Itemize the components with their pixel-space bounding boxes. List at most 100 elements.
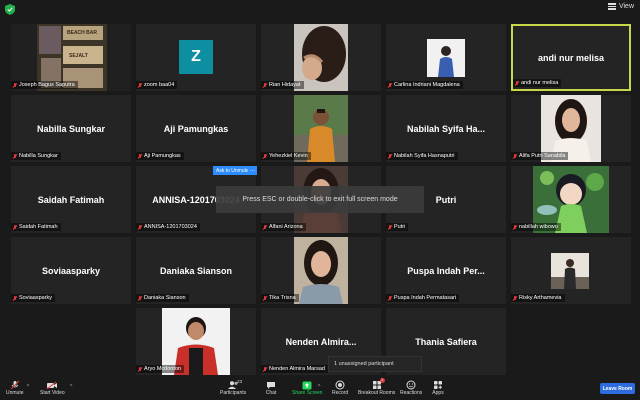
participant-name-label: Nabilla Sungkar: [11, 152, 61, 160]
participant-name-label: Carlina Indriani Magdalena: [386, 81, 463, 89]
muted-mic-icon: [138, 82, 142, 88]
breakout-rooms-button[interactable]: 1 Breakout Rooms: [358, 378, 395, 396]
fullscreen-toast: Press ESC or double-click to exit full s…: [216, 186, 424, 213]
participant-tile[interactable]: nabillah wibowo: [511, 166, 631, 233]
participant-tile-active-speaker[interactable]: andi nur melisa andi nur melisa: [511, 24, 631, 91]
participant-tile[interactable]: Rian Hidayat: [261, 24, 381, 91]
participant-tile[interactable]: Daniaka Sianson Daniaka Sianson: [136, 237, 256, 304]
participant-tile[interactable]: BEACH BAR SEJALT Joseph Bagus Saputra: [11, 24, 131, 91]
share-screen-icon: [301, 380, 313, 390]
muted-mic-icon: [388, 224, 392, 230]
breakout-badge: 1: [379, 378, 385, 383]
muted-mic-icon: [388, 82, 392, 88]
muted-mic-icon: [13, 82, 17, 88]
participant-name-label: Nabilah Syifa Hasnaputri: [386, 152, 458, 160]
participant-name-label: nabillah wibowo: [511, 223, 561, 231]
muted-mic-icon: [263, 153, 267, 159]
participant-name-label: Risky Arthamevia: [511, 294, 565, 302]
muted-mic-icon: [388, 295, 392, 301]
meeting-toolbar: Unmute ^ Start Video ^ 23 Participants C…: [0, 378, 640, 400]
photo-text: SEJALT: [69, 53, 88, 59]
apps-icon: [432, 380, 444, 390]
participant-display-name: Nenden Almira...: [285, 336, 357, 347]
participant-tile[interactable]: Z zoom baa04: [136, 24, 256, 91]
participant-name-label: Alfani Arizona: [261, 223, 306, 231]
participant-tile[interactable]: Soviaasparky Soviaasparky: [11, 237, 131, 304]
participant-tile[interactable]: Aryo Mcdonton: [136, 308, 256, 375]
participant-tile[interactable]: Yehezkiel Kevin: [261, 95, 381, 162]
participant-name-label: Soviaasparky: [11, 294, 56, 302]
participant-name-label: Tika Trisna: [261, 294, 299, 302]
participant-video: [427, 39, 465, 77]
participant-video: [294, 237, 348, 304]
chat-icon: [265, 380, 277, 390]
muted-mic-icon: [388, 153, 392, 159]
participant-tile[interactable]: Nabilla Sungkar Nabilla Sungkar: [11, 95, 131, 162]
muted-mic-icon: [513, 295, 517, 301]
video-options-caret[interactable]: ^: [70, 384, 72, 390]
participants-button[interactable]: 23 Participants: [220, 379, 246, 396]
avatar: Z: [179, 40, 213, 74]
start-video-button[interactable]: Start Video: [40, 380, 65, 396]
participant-tile[interactable]: Puspa Indah Per... Puspa Indah Permatasa…: [386, 237, 506, 304]
participant-tile[interactable]: Alifa Putri Sanabila: [511, 95, 631, 162]
participant-tile[interactable]: Risky Arthamevia: [511, 237, 631, 304]
record-button[interactable]: Record: [332, 380, 348, 396]
view-grid-icon: [607, 3, 616, 10]
muted-microphone-icon: [9, 380, 21, 390]
participant-name-label: andi nur melisa: [513, 79, 562, 87]
photo-text: BEACH BAR: [67, 30, 97, 36]
participant-display-name: Aji Pamungkas: [163, 123, 229, 134]
muted-mic-icon: [263, 82, 267, 88]
unmute-button[interactable]: Unmute: [6, 380, 24, 396]
top-bar: View: [0, 0, 640, 20]
video-off-icon: [46, 380, 58, 390]
audio-options-caret[interactable]: ^: [27, 384, 29, 390]
participant-tile[interactable]: Nabilah Syifa Ha... Nabilah Syifa Hasnap…: [386, 95, 506, 162]
more-options-button[interactable]: ...: [248, 166, 257, 175]
view-button[interactable]: View: [607, 3, 634, 10]
apps-button[interactable]: Apps: [432, 380, 444, 396]
reactions-icon: [405, 380, 417, 390]
unassigned-participant-panel[interactable]: 1 unassigned participant: [328, 356, 422, 372]
shield-icon[interactable]: [5, 4, 15, 15]
muted-mic-icon: [263, 224, 267, 230]
chat-button[interactable]: Chat: [265, 380, 277, 396]
participant-name-label: Nenden Almira Marsad: [261, 365, 328, 373]
participant-name-label: Saidah Fatimah: [11, 223, 61, 231]
participant-name-label: Daniaka Sianson: [136, 294, 189, 302]
participant-tile[interactable]: Saidah Fatimah Saidah Fatimah: [11, 166, 131, 233]
participant-name-label: Aryo Mcdonton: [136, 365, 184, 373]
record-icon: [334, 380, 346, 390]
muted-mic-icon: [515, 80, 519, 86]
participant-name-label: Aji Pamungkas: [136, 152, 184, 160]
participant-display-name: andi nur melisa: [537, 52, 605, 63]
muted-mic-icon: [13, 224, 17, 230]
muted-mic-icon: [138, 295, 142, 301]
leave-room-button[interactable]: Leave Room: [600, 383, 635, 394]
muted-mic-icon: [138, 224, 142, 230]
muted-mic-icon: [138, 153, 142, 159]
participant-tile[interactable]: Carlina Indriani Magdalena: [386, 24, 506, 91]
participant-name-label: Puspa Indah Permatasari: [386, 294, 460, 302]
muted-mic-icon: [13, 295, 17, 301]
participant-display-name: Soviaasparky: [41, 265, 101, 276]
reactions-button[interactable]: Reactions: [400, 380, 422, 396]
participant-name-label: Putri: [386, 223, 409, 231]
participant-tile[interactable]: Tika Trisna: [261, 237, 381, 304]
participant-display-name: Nabilah Syifa Ha...: [406, 123, 486, 134]
participant-name-label: Joseph Bagus Saputra: [11, 81, 78, 89]
muted-mic-icon: [513, 153, 517, 159]
view-label: View: [618, 3, 634, 10]
muted-mic-icon: [263, 295, 267, 301]
share-options-caret[interactable]: ^: [318, 384, 320, 390]
muted-mic-icon: [263, 366, 267, 372]
participant-display-name: Thania Safiera: [415, 336, 477, 347]
participant-display-name: Nabilla Sungkar: [36, 123, 106, 134]
breakout-rooms-icon: 1: [371, 378, 385, 390]
participant-video: [551, 253, 589, 289]
participants-icon: 23: [227, 379, 242, 390]
participant-tile[interactable]: Aji Pamungkas Aji Pamungkas: [136, 95, 256, 162]
ask-to-unmute-button[interactable]: Ask to Unmute: [213, 166, 252, 175]
muted-mic-icon: [513, 224, 517, 230]
